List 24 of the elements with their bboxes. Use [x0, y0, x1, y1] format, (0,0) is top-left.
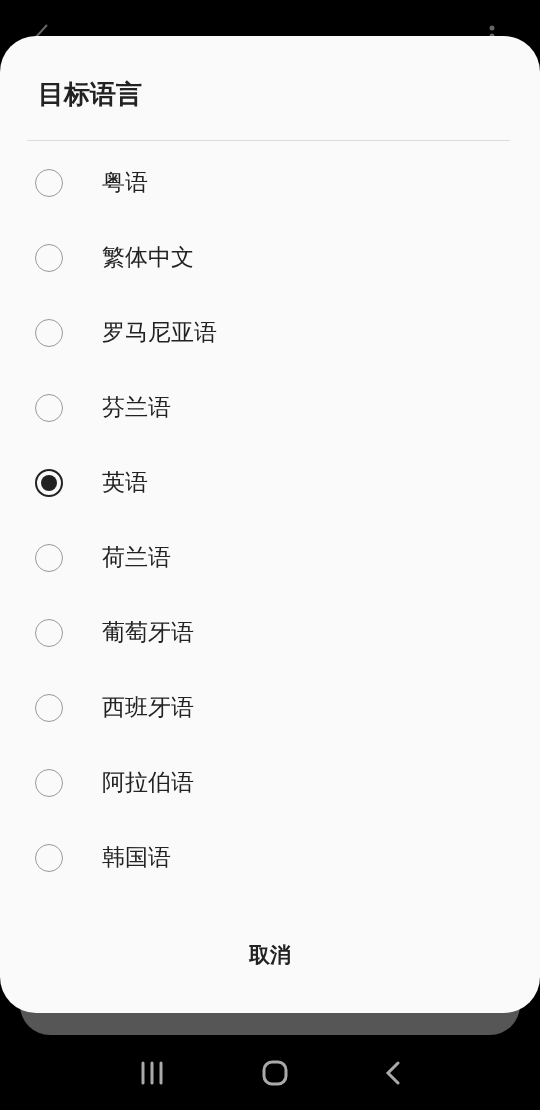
option-label: 芬兰语	[102, 393, 171, 422]
cancel-button[interactable]: 取消	[233, 935, 307, 975]
language-option[interactable]: 韩国语	[0, 820, 540, 895]
option-label: 西班牙语	[102, 693, 194, 722]
option-label: 葡萄牙语	[102, 618, 194, 647]
language-option[interactable]: 罗马尼亚语	[0, 295, 540, 370]
option-label: 粤语	[102, 168, 148, 197]
language-option[interactable]: 繁体中文	[0, 220, 540, 295]
language-option[interactable]: 芬兰语	[0, 370, 540, 445]
option-label: 罗马尼亚语	[102, 318, 217, 347]
language-option[interactable]: 西班牙语	[0, 670, 540, 745]
option-label: 韩国语	[102, 843, 171, 872]
option-label: 英语	[102, 468, 148, 497]
dialog-title: 目标语言	[37, 78, 143, 111]
language-option[interactable]: 阿拉伯语	[0, 745, 540, 820]
option-label: 荷兰语	[102, 543, 171, 572]
option-label: 阿拉伯语	[102, 768, 194, 797]
option-label: 繁体中文	[102, 243, 194, 272]
home-icon[interactable]	[262, 1059, 288, 1086]
language-option[interactable]: 粤语	[0, 145, 540, 220]
language-option[interactable]: 英语	[0, 445, 540, 520]
language-option[interactable]: 葡萄牙语	[0, 595, 540, 670]
radio-button[interactable]	[35, 468, 63, 497]
language-option[interactable]: 荷兰语	[0, 520, 540, 595]
